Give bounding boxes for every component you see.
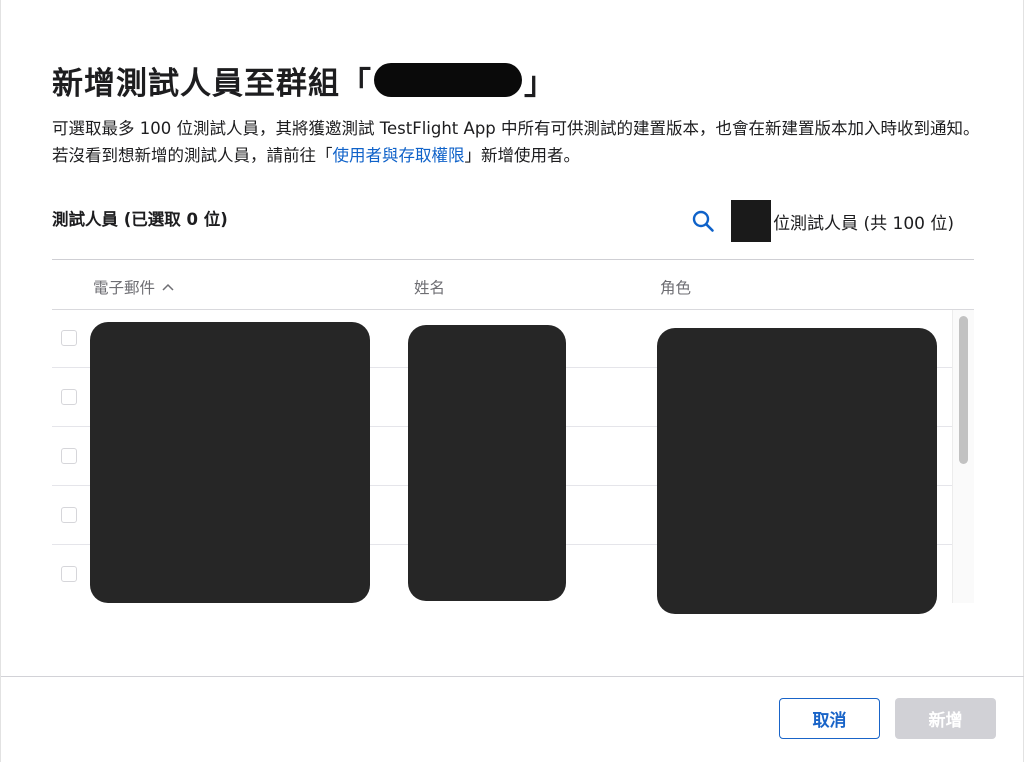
magnifying-glass-icon[interactable] [691,209,715,233]
table-top-divider [52,259,974,260]
add-button[interactable]: 新增 [895,698,996,739]
tester-count-label: 位測試人員 (共 100 位) [773,213,954,234]
search-group: 位測試人員 (共 100 位) [691,200,954,242]
redacted-group-name [374,63,522,97]
row-checkbox[interactable] [61,507,77,523]
users-and-access-link[interactable]: 使用者與存取權限 [333,146,465,165]
redacted-email-column [90,322,370,603]
scrollbar-thumb[interactable] [959,316,968,464]
dialog-title: 新增測試人員至群組「 」 [52,56,556,104]
column-header-name-label: 姓名 [414,279,446,297]
footer-divider [1,676,1024,677]
row-checkbox[interactable] [61,389,77,405]
add-testers-dialog: 新增測試人員至群組「 」 可選取最多 100 位測試人員，其將獲邀測試 Test… [0,0,1024,762]
title-prefix: 新增測試人員至群組「 [52,65,372,102]
redacted-role-column [657,328,937,614]
row-checkbox[interactable] [61,566,77,582]
row-checkbox[interactable] [61,330,77,346]
column-header-role-label: 角色 [660,279,692,297]
dialog-description: 可選取最多 100 位測試人員，其將獲邀測試 TestFlight App 中所… [52,115,992,169]
testers-table: 電子郵件 姓名 角色 [52,259,974,614]
cancel-button[interactable]: 取消 [779,698,880,739]
testers-selected-header: 測試人員 (已選取 0 位) [52,210,228,229]
column-header-email[interactable]: 電子郵件 [93,276,174,298]
description-text-2: 」新增使用者。 [464,146,581,165]
redacted-name-column [408,325,566,601]
chevron-up-icon [162,283,174,291]
table-scrollbar[interactable] [952,310,974,603]
column-header-role[interactable]: 角色 [660,276,691,298]
title-suffix: 」 [524,65,556,102]
column-header-email-label: 電子郵件 [93,279,156,297]
row-checkbox[interactable] [61,448,77,464]
redacted-count [731,200,772,242]
column-header-name[interactable]: 姓名 [414,276,445,298]
